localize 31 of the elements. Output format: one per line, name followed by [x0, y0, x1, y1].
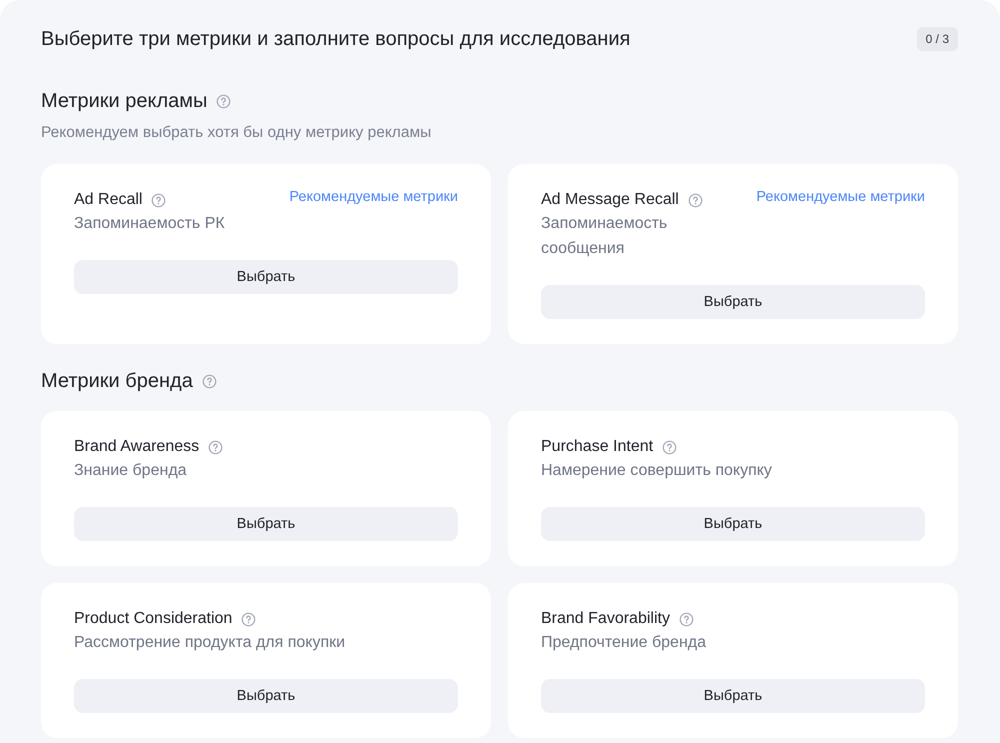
help-icon[interactable]: [241, 612, 256, 626]
help-icon[interactable]: [202, 374, 217, 388]
metric-name: Product Consideration: [74, 610, 232, 628]
page-title: Выберите три метрики и заполните вопросы для исследования: [41, 28, 630, 50]
help-icon[interactable]: [678, 612, 694, 626]
help-icon[interactable]: [216, 94, 232, 108]
section-title: Метрики рекламы: [41, 90, 208, 112]
select-button[interactable]: Выбрать: [541, 679, 925, 713]
select-button[interactable]: Выбрать: [541, 507, 925, 541]
help-icon[interactable]: [151, 192, 166, 208]
select-button[interactable]: Выбрать: [74, 507, 458, 541]
metric-description: Предпочтение бренда: [541, 633, 706, 653]
select-button[interactable]: Выбрать: [74, 260, 458, 294]
help-icon[interactable]: [662, 440, 678, 454]
metric-description: Рассмотрение продукта для покупки: [74, 633, 346, 653]
metric-description: Намерение совершить покупку: [541, 461, 772, 481]
metric-name: Brand Favorability: [541, 610, 670, 628]
metric-name: Brand Awareness: [74, 438, 200, 456]
select-button[interactable]: Выбрать: [541, 285, 925, 319]
metric-description: Запоминаемость сообщения: [541, 214, 668, 259]
select-button[interactable]: Выбрать: [74, 679, 458, 713]
metric-name: Purchase Intent: [541, 438, 654, 456]
metric-description: Знание бренда: [74, 461, 188, 481]
selection-counter: 0 / 3: [916, 27, 958, 51]
help-icon[interactable]: [208, 440, 224, 454]
help-icon[interactable]: [688, 192, 703, 208]
metric-name: Ad Message Recall: [541, 191, 679, 209]
section-hint: Рекомендуем выбрать хотя бы одну метрику рекламы: [41, 124, 432, 142]
metric-name: Ad Recall: [74, 191, 142, 209]
metric-description: Запоминаемость РК: [74, 214, 225, 234]
section-title: Метрики бренда: [41, 370, 193, 392]
